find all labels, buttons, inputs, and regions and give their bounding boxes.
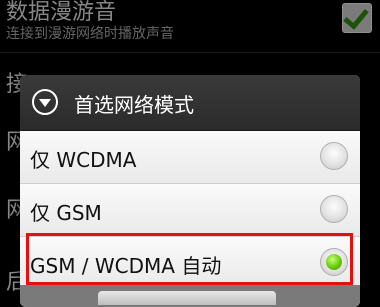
dialog-cancel-button[interactable] <box>98 291 276 305</box>
selection-highlight-box <box>26 233 353 285</box>
dialog-header: 首选网络模式 <box>20 75 360 131</box>
option-label: 仅 WCDMA <box>30 148 137 172</box>
dropdown-circle-icon <box>32 89 58 115</box>
option-wcdma-only[interactable]: 仅 WCDMA <box>20 131 360 184</box>
option-label: 仅 GSM <box>30 201 102 225</box>
dialog-title: 首选网络模式 <box>74 93 194 117</box>
radio-button-icon[interactable] <box>320 142 348 170</box>
option-gsm-only[interactable]: 仅 GSM <box>20 184 360 237</box>
radio-button-icon[interactable] <box>320 195 348 223</box>
